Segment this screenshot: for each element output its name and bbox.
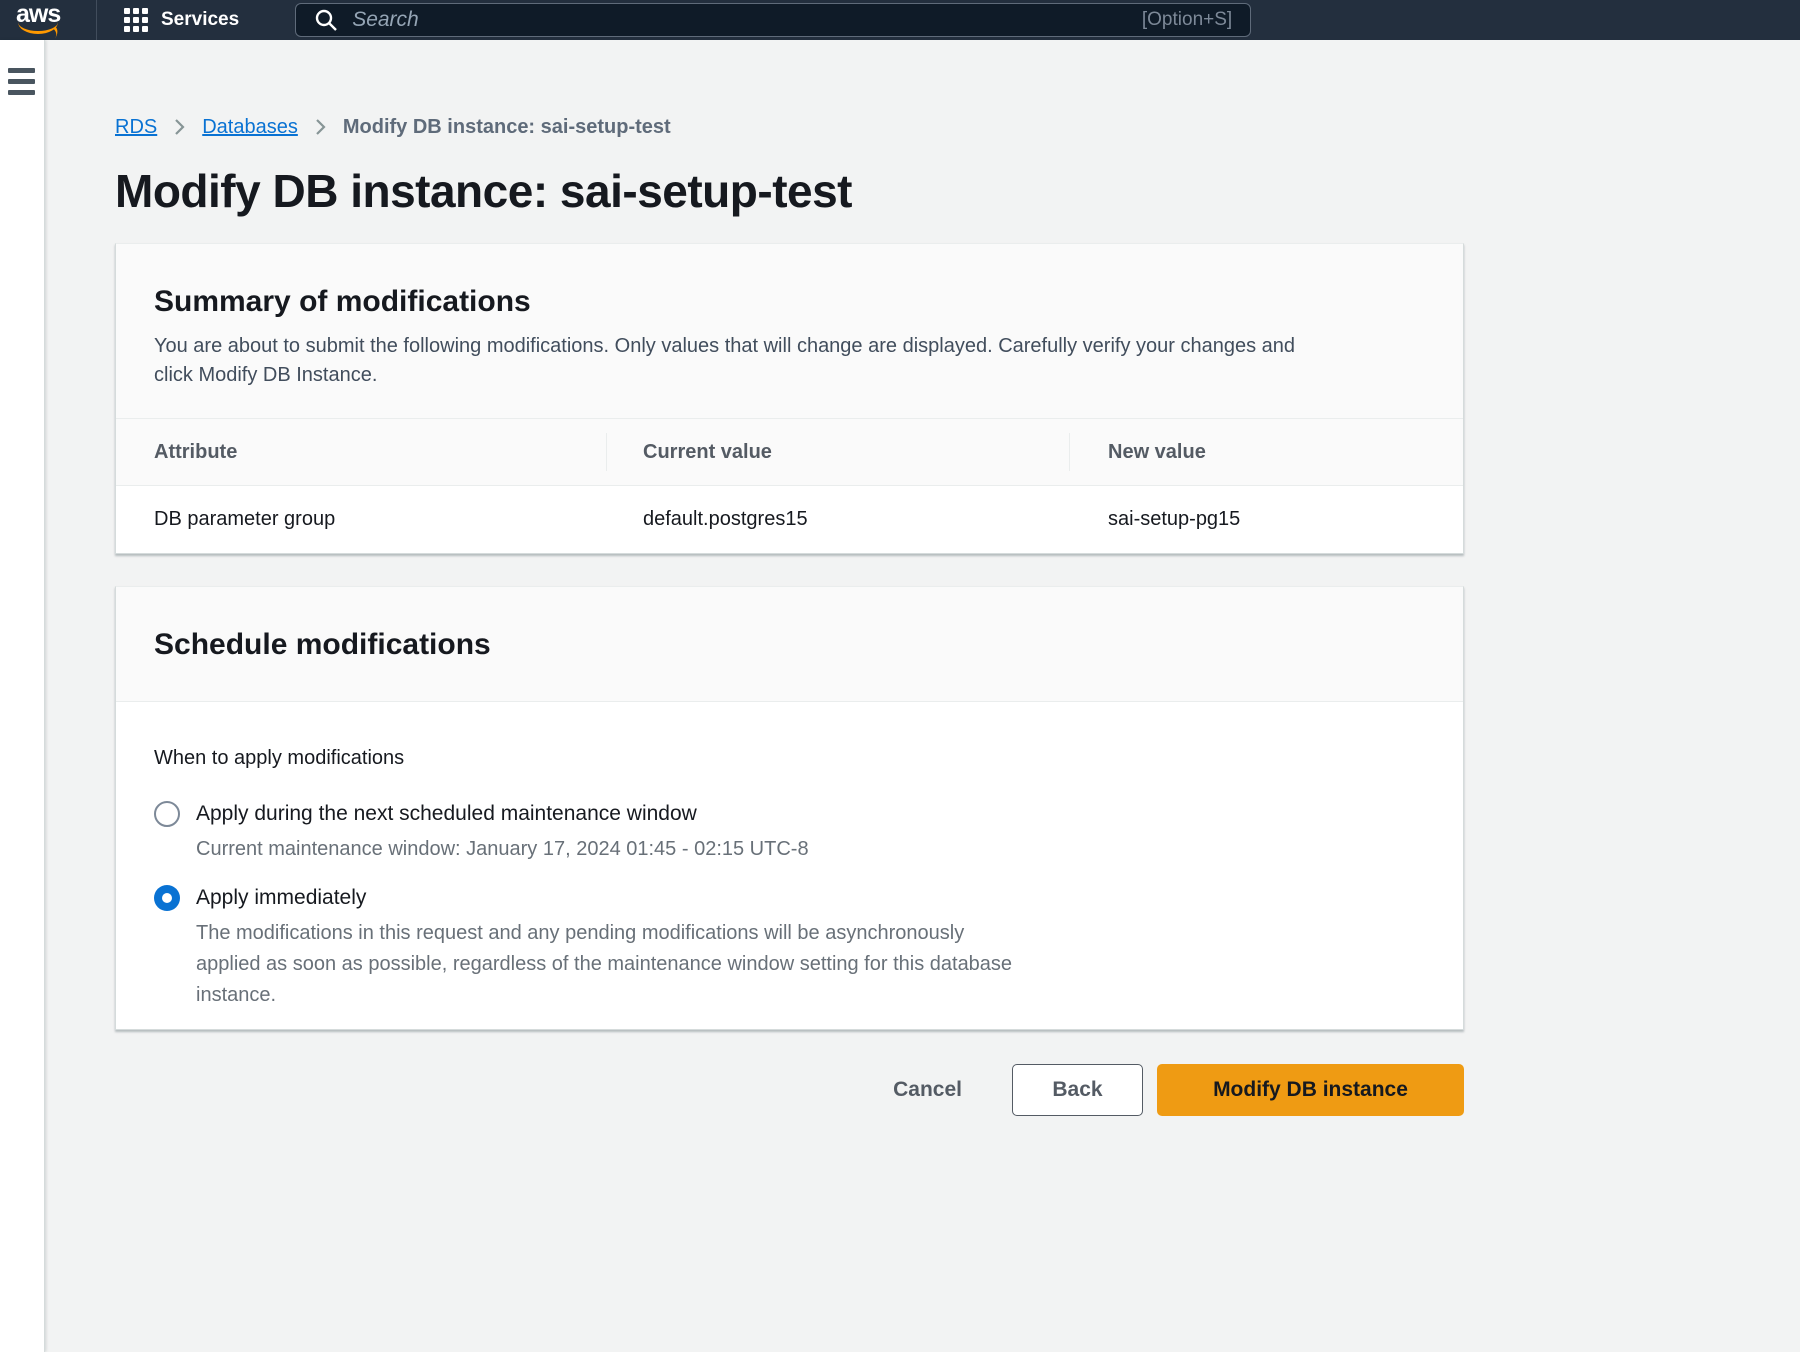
column-header-current-value: Current value [606,433,1069,471]
summary-card-header: Summary of modifications You are about t… [116,244,1463,418]
table-row: DB parameter group default.postgres15 sa… [116,485,1463,553]
radio-selected-icon[interactable] [154,885,180,911]
schedule-card-header: Schedule modifications [116,587,1463,702]
radio-option-maintenance-window[interactable]: Apply during the next scheduled maintena… [154,799,1425,865]
breadcrumb-current: Modify DB instance: sai-setup-test [343,114,671,140]
schedule-card-title: Schedule modifications [154,627,1425,663]
breadcrumb-link-rds[interactable]: RDS [115,114,157,140]
radio-unselected-icon[interactable] [154,801,180,827]
schedule-modifications-card: Schedule modifications When to apply mod… [115,586,1464,1030]
form-actions: Cancel Back Modify DB instance [115,1064,1464,1116]
console-search-box[interactable]: [Option+S] [295,3,1251,37]
app-shell: RDS Databases Modify DB instance: sai-se… [0,40,1800,1352]
side-nav-rail [0,40,45,1352]
radio-label-apply-immediately[interactable]: Apply immediately [196,886,366,909]
hamburger-bar [8,68,35,73]
summary-description-line2: click Modify DB Instance. [154,361,1425,390]
main-content-area: RDS Databases Modify DB instance: sai-se… [45,40,1800,1352]
search-icon [314,8,338,32]
summary-description-line1: You are about to submit the following mo… [154,332,1425,361]
apply-immediately-description-line: The modifications in this request and an… [196,918,1012,949]
breadcrumb-link-databases[interactable]: Databases [202,114,298,140]
apply-immediately-description-line: applied as soon as possible, regardless … [196,949,1012,980]
breadcrumb: RDS Databases Modify DB instance: sai-se… [115,114,1464,140]
hamburger-bar [8,79,35,84]
radio-label-maintenance-window[interactable]: Apply during the next scheduled maintena… [196,802,697,825]
aws-smile-icon [18,21,58,34]
search-input[interactable] [352,8,1142,32]
apply-immediately-description-line: instance. [196,980,1012,1011]
schedule-card-body: When to apply modifications Apply during… [116,702,1463,1029]
modifications-table-header: Attribute Current value New value [116,418,1463,485]
chevron-right-icon [173,117,186,137]
cell-new-value: sai-setup-pg15 [1069,508,1463,531]
top-navigation-bar: aws Services [Option+S] [0,0,1800,40]
grid-icon [123,7,149,33]
column-header-new-value: New value [1069,433,1463,471]
radio-option-apply-immediately[interactable]: Apply immediately The modifications in t… [154,883,1425,1011]
cell-attribute: DB parameter group [116,508,606,531]
when-to-apply-label: When to apply modifications [154,744,1425,773]
cell-current-value: default.postgres15 [606,508,1069,531]
summary-card-title: Summary of modifications [154,284,1425,320]
cancel-button[interactable]: Cancel [893,1078,962,1102]
column-header-attribute: Attribute [116,441,606,464]
hamburger-menu-icon[interactable] [8,68,35,95]
search-shortcut-hint: [Option+S] [1142,9,1232,31]
aws-logo[interactable]: aws [0,0,96,40]
summary-of-modifications-card: Summary of modifications You are about t… [115,243,1464,554]
apply-immediately-description: The modifications in this request and an… [196,918,1012,1011]
back-button[interactable]: Back [1012,1064,1143,1116]
maintenance-window-description: Current maintenance window: January 17, … [196,834,809,865]
chevron-right-icon [314,117,327,137]
services-label: Services [161,9,239,31]
services-menu-button[interactable]: Services [97,0,265,40]
summary-card-description: You are about to submit the following mo… [154,332,1425,390]
page-title: Modify DB instance: sai-setup-test [115,164,1464,218]
maintenance-window-description-line: Current maintenance window: January 17, … [196,834,809,865]
modify-db-instance-button[interactable]: Modify DB instance [1157,1064,1464,1116]
hamburger-bar [8,90,35,95]
